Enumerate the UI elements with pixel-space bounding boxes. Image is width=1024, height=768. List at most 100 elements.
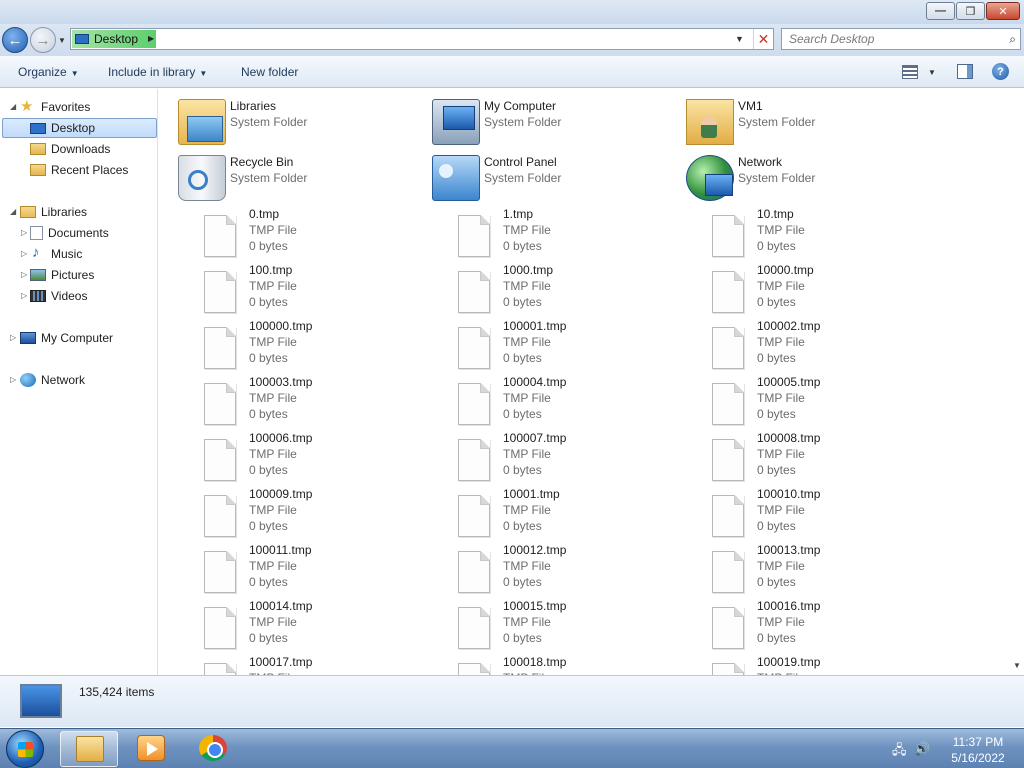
file-item[interactable]: 100010.tmp TMP File 0 bytes — [686, 487, 936, 539]
user-folder-icon — [686, 99, 734, 145]
file-icon — [712, 495, 744, 537]
maximize-button[interactable]: ❐ — [956, 2, 985, 20]
address-dropdown-icon[interactable]: ▼ — [735, 34, 744, 44]
my-computer-expand-icon[interactable]: ▷ — [10, 333, 16, 342]
clock[interactable]: 11:37 PM 5/16/2022 — [940, 734, 1016, 766]
item-network[interactable]: Network System Folder — [686, 151, 936, 203]
close-icon: ✕ — [998, 5, 1008, 18]
breadcrumb[interactable]: Desktop ▶ — [72, 30, 156, 48]
file-item[interactable]: 10000.tmp TMP File 0 bytes — [686, 263, 936, 315]
item-libraries[interactable]: Libraries System Folder — [178, 95, 428, 147]
file-item[interactable]: 100009.tmp TMP File 0 bytes — [178, 487, 428, 539]
preview-pane-icon[interactable] — [957, 64, 973, 79]
change-view-icon[interactable] — [902, 65, 918, 79]
documents-expand-icon[interactable]: ▷ — [21, 228, 27, 237]
include-in-library-button[interactable]: Include in library ▼ — [108, 65, 207, 79]
taskbar-explorer[interactable] — [60, 731, 118, 767]
file-item[interactable]: 100000.tmp TMP File 0 bytes — [178, 319, 428, 371]
music-expand-icon[interactable]: ▷ — [21, 249, 27, 258]
nav-documents[interactable]: Documents — [30, 223, 109, 243]
control-panel-icon — [432, 155, 480, 201]
nav-desktop[interactable]: Desktop — [2, 118, 157, 138]
forward-button[interactable]: → — [30, 27, 56, 53]
start-button[interactable] — [6, 730, 44, 768]
help-icon[interactable]: ? — [992, 63, 1009, 80]
file-item[interactable]: 100015.tmp TMP File 0 bytes — [432, 599, 682, 651]
nav-network[interactable]: Network — [20, 370, 85, 390]
file-item[interactable]: 100.tmp TMP File 0 bytes — [178, 263, 428, 315]
file-item[interactable]: 100002.tmp TMP File 0 bytes — [686, 319, 936, 371]
file-item[interactable]: 100019.tmpTMP File — [686, 655, 936, 675]
item-control-panel[interactable]: Control Panel System Folder — [432, 151, 682, 203]
file-type: TMP File — [757, 391, 805, 405]
file-item[interactable]: 100003.tmp TMP File 0 bytes — [178, 375, 428, 427]
file-name: 100002.tmp — [757, 319, 821, 333]
search-box[interactable]: ⌕ — [781, 28, 1021, 50]
network-expand-icon[interactable]: ▷ — [10, 375, 16, 384]
file-type: TMP File — [249, 391, 297, 405]
volume-icon[interactable]: 🔊 — [914, 741, 930, 757]
file-size: 0 bytes — [503, 631, 542, 645]
item-recycle-bin[interactable]: Recycle Bin System Folder — [178, 151, 428, 203]
breadcrumb-desktop[interactable]: Desktop — [94, 32, 138, 46]
file-item[interactable]: 100017.tmpTMP File — [178, 655, 428, 675]
file-item[interactable]: 10.tmp TMP File 0 bytes — [686, 207, 936, 259]
nav-libraries[interactable]: Libraries — [20, 202, 87, 222]
nav-videos[interactable]: Videos — [30, 286, 87, 306]
stop-icon[interactable]: ✕ — [753, 29, 773, 49]
file-item[interactable]: 100013.tmp TMP File 0 bytes — [686, 543, 936, 595]
address-bar[interactable]: Desktop ▶ ▼ ✕ — [70, 28, 774, 50]
file-name: 10000.tmp — [757, 263, 814, 277]
item-vm1[interactable]: VM1 System Folder — [686, 95, 936, 147]
file-item[interactable]: 0.tmp TMP File 0 bytes — [178, 207, 428, 259]
file-item[interactable]: 100005.tmp TMP File 0 bytes — [686, 375, 936, 427]
item-my-computer[interactable]: My Computer System Folder — [432, 95, 682, 147]
scrollbar-thumb[interactable] — [1013, 95, 1023, 147]
recent-pages-dropdown[interactable]: ▼ — [58, 36, 66, 45]
file-item[interactable]: 100012.tmp TMP File 0 bytes — [432, 543, 682, 595]
nav-favorites-label: Favorites — [41, 100, 91, 114]
back-button[interactable]: ← — [2, 27, 28, 53]
nav-recent-places[interactable]: Recent Places — [30, 160, 128, 180]
vertical-scrollbar[interactable] — [1012, 89, 1024, 675]
star-icon — [20, 97, 36, 115]
file-name: 100006.tmp — [249, 431, 313, 445]
breadcrumb-chevron-icon[interactable]: ▶ — [148, 34, 154, 43]
network-status-icon[interactable]: 🖧 — [892, 741, 907, 763]
organize-button[interactable]: Organize ▼ — [18, 65, 79, 79]
file-item[interactable]: 100008.tmp TMP File 0 bytes — [686, 431, 936, 483]
nav-my-computer[interactable]: My Computer — [20, 328, 113, 348]
nav-pictures[interactable]: Pictures — [30, 265, 94, 285]
nav-downloads[interactable]: Downloads — [30, 139, 110, 159]
search-input[interactable] — [782, 29, 992, 49]
documents-icon — [30, 226, 43, 240]
scroll-down-icon[interactable]: ▼ — [1013, 661, 1021, 670]
search-icon[interactable]: ⌕ — [1009, 32, 1016, 47]
file-item[interactable]: 100004.tmp TMP File 0 bytes — [432, 375, 682, 427]
favorites-expand-icon[interactable]: ◢ — [10, 102, 16, 111]
file-item[interactable]: 100016.tmp TMP File 0 bytes — [686, 599, 936, 651]
pictures-expand-icon[interactable]: ▷ — [21, 270, 27, 279]
file-item[interactable]: 1000.tmp TMP File 0 bytes — [432, 263, 682, 315]
videos-expand-icon[interactable]: ▷ — [21, 291, 27, 300]
nav-music[interactable]: Music — [30, 244, 82, 264]
file-item[interactable]: 100014.tmp TMP File 0 bytes — [178, 599, 428, 651]
file-size: 0 bytes — [503, 519, 542, 533]
file-item[interactable]: 100011.tmp TMP File 0 bytes — [178, 543, 428, 595]
minimize-button[interactable]: — — [926, 2, 955, 20]
close-button[interactable]: ✕ — [986, 2, 1020, 20]
file-item[interactable]: 1.tmp TMP File 0 bytes — [432, 207, 682, 259]
libraries-expand-icon[interactable]: ◢ — [10, 207, 16, 216]
file-item[interactable]: 100006.tmp TMP File 0 bytes — [178, 431, 428, 483]
file-item[interactable]: 100018.tmpTMP File — [432, 655, 682, 675]
view-options-dropdown-icon[interactable]: ▼ — [928, 68, 936, 77]
nav-favorites[interactable]: Favorites — [20, 97, 90, 117]
file-type: TMP File — [249, 503, 297, 517]
taskbar-media-player[interactable] — [122, 731, 180, 767]
file-item[interactable]: 100001.tmp TMP File 0 bytes — [432, 319, 682, 371]
new-folder-button[interactable]: New folder — [241, 65, 298, 79]
file-icon — [204, 271, 236, 313]
file-item[interactable]: 100007.tmp TMP File 0 bytes — [432, 431, 682, 483]
file-item[interactable]: 10001.tmp TMP File 0 bytes — [432, 487, 682, 539]
taskbar-chrome[interactable] — [184, 731, 242, 767]
